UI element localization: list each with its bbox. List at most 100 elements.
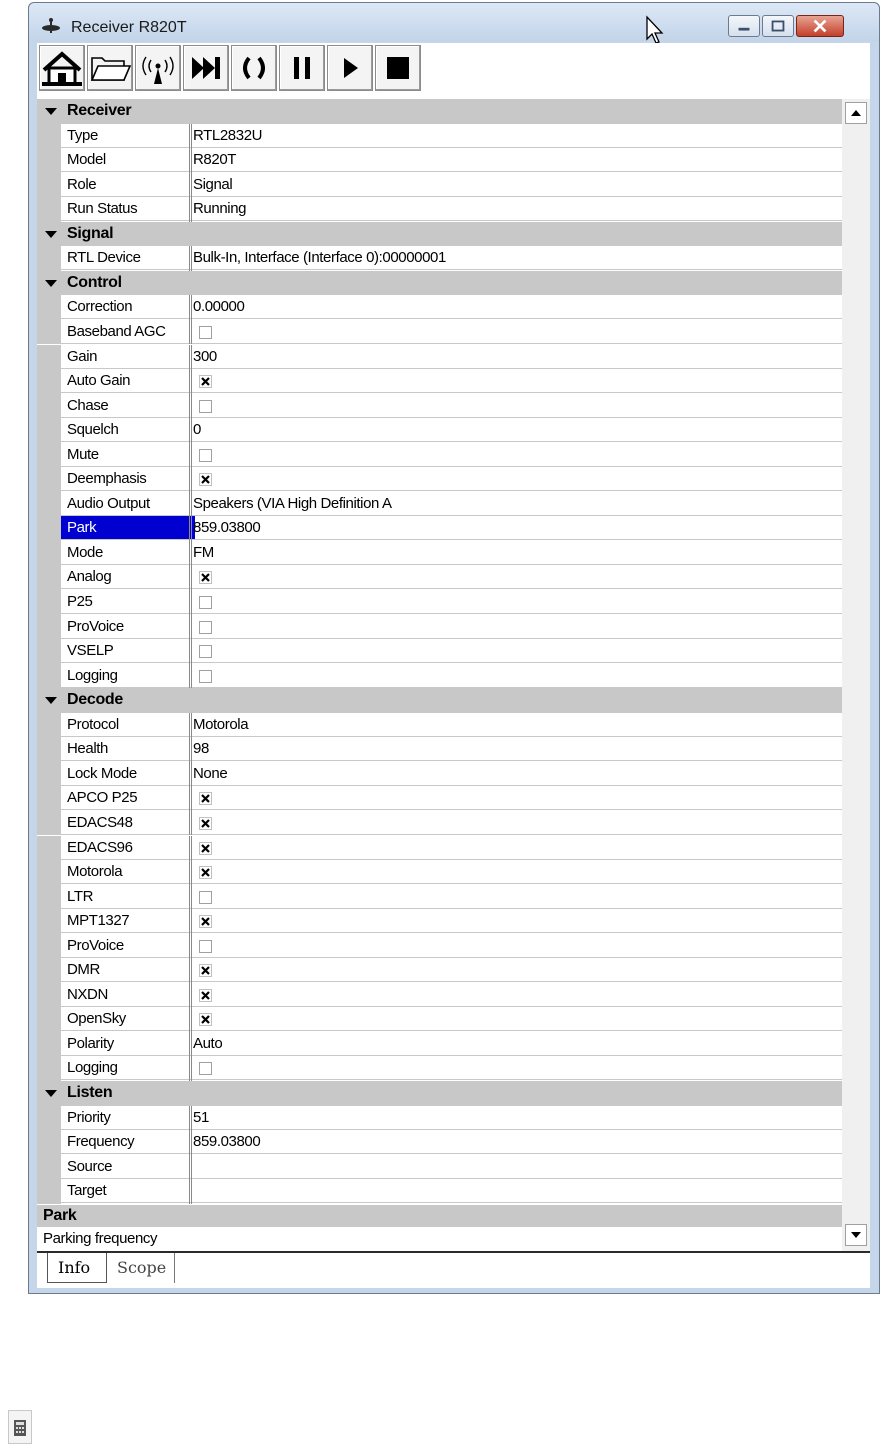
collapse-arrow-icon[interactable]	[41, 273, 61, 293]
column-divider[interactable]	[189, 491, 190, 517]
property-name[interactable]: APCO P25	[61, 786, 195, 811]
column-divider[interactable]	[189, 467, 190, 492]
property-row-correction[interactable]: Correction 0.00000	[37, 295, 842, 320]
property-row-park[interactable]: Park 859.03800	[37, 516, 842, 541]
property-name[interactable]: Mute	[61, 443, 195, 467]
property-name[interactable]: Deemphasis	[61, 467, 195, 492]
collapse-arrow-icon[interactable]	[41, 224, 61, 244]
property-checkbox-cell[interactable]	[193, 786, 842, 811]
column-divider[interactable]	[189, 1031, 190, 1057]
property-row-lock-mode[interactable]: Lock Mode None	[37, 761, 842, 787]
property-value[interactable]: 300	[193, 345, 842, 369]
column-divider[interactable]	[189, 148, 190, 173]
checkbox-unchecked[interactable]	[199, 325, 212, 339]
collapse-arrow-icon[interactable]	[41, 101, 61, 121]
column-divider[interactable]	[189, 1105, 190, 1131]
property-value[interactable]: Running	[193, 197, 842, 222]
category-receiver[interactable]: Receiver	[37, 99, 842, 124]
column-divider[interactable]	[189, 565, 190, 590]
property-name[interactable]: Motorola	[61, 860, 195, 885]
property-checkbox-cell[interactable]	[193, 934, 842, 958]
property-row-target[interactable]: Target	[37, 1179, 842, 1204]
property-name[interactable]: Audio Output	[61, 492, 195, 516]
checkbox-unchecked[interactable]	[199, 620, 212, 634]
checkbox-checked[interactable]	[199, 792, 212, 806]
property-row-protocol[interactable]: Protocol Motorola	[37, 712, 842, 738]
property-name[interactable]: Target	[61, 1179, 195, 1204]
property-value[interactable]: 98	[193, 737, 842, 762]
column-divider[interactable]	[189, 369, 190, 394]
category-signal[interactable]: Signal	[37, 221, 842, 247]
column-divider[interactable]	[189, 958, 190, 983]
property-name[interactable]: Correction	[61, 295, 195, 320]
property-value[interactable]: RTL2832U	[193, 124, 842, 148]
checkbox-checked[interactable]	[199, 866, 212, 880]
checkbox-checked[interactable]	[199, 841, 212, 855]
property-row-chase[interactable]: Chase	[37, 393, 842, 419]
open-folder-button[interactable]	[87, 45, 133, 91]
pause-button[interactable]	[279, 45, 325, 91]
property-name[interactable]: Type	[61, 124, 195, 148]
property-name[interactable]: Squelch	[61, 418, 195, 443]
property-row-run-status[interactable]: Run Status Running	[37, 197, 842, 222]
checkbox-unchecked[interactable]	[199, 1062, 212, 1076]
property-value[interactable]: 859.03800	[193, 1130, 842, 1155]
property-value[interactable]: Auto	[193, 1032, 842, 1056]
property-value[interactable]	[193, 1155, 842, 1179]
property-row-auto-gain[interactable]: Auto Gain	[37, 369, 842, 394]
property-checkbox-cell[interactable]	[193, 467, 842, 492]
category-control[interactable]: Control	[37, 270, 842, 296]
property-name[interactable]: Park	[61, 516, 195, 541]
property-value[interactable]: Signal	[193, 173, 842, 197]
tab-info[interactable]: Info	[47, 1253, 107, 1283]
property-row-baseband-agc[interactable]: Baseband AGC	[37, 319, 842, 345]
checkbox-unchecked[interactable]	[199, 890, 212, 904]
column-divider[interactable]	[189, 614, 190, 640]
property-name[interactable]: Role	[61, 173, 195, 197]
property-name[interactable]: RTL Device	[61, 246, 195, 271]
scroll-down-button[interactable]	[845, 1224, 867, 1246]
property-checkbox-cell[interactable]	[193, 369, 842, 394]
column-divider[interactable]	[189, 639, 190, 664]
property-value[interactable]: R820T	[193, 148, 842, 173]
property-name[interactable]: P25	[61, 590, 195, 614]
checkbox-unchecked[interactable]	[199, 939, 212, 953]
property-value[interactable]: 51	[193, 1106, 842, 1130]
property-value[interactable]: Motorola	[193, 713, 842, 737]
property-name[interactable]: Gain	[61, 345, 195, 369]
column-divider[interactable]	[189, 393, 190, 419]
property-checkbox-cell[interactable]	[193, 443, 842, 467]
home-button[interactable]	[39, 45, 85, 91]
stop-button[interactable]	[375, 45, 421, 91]
property-row-analog[interactable]: Analog	[37, 565, 842, 590]
property-value[interactable]: Speakers (VIA High Definition A	[193, 492, 842, 516]
property-value[interactable]: Bulk-In, Interface (Interface 0):0000000…	[193, 246, 842, 271]
property-row-mode[interactable]: Mode FM	[37, 540, 842, 566]
property-name[interactable]: Frequency	[61, 1130, 195, 1155]
category-listen[interactable]: Listen	[37, 1081, 842, 1106]
property-checkbox-cell[interactable]	[193, 590, 842, 614]
column-divider[interactable]	[189, 982, 190, 1008]
property-name[interactable]: Protocol	[61, 713, 195, 737]
property-checkbox-cell[interactable]	[193, 1056, 842, 1081]
skip-button[interactable]	[183, 45, 229, 91]
checkbox-checked[interactable]	[199, 473, 212, 487]
property-checkbox-cell[interactable]	[193, 639, 842, 664]
property-row-source[interactable]: Source	[37, 1154, 842, 1180]
column-divider[interactable]	[189, 712, 190, 738]
column-divider[interactable]	[189, 516, 190, 541]
collapse-arrow-icon[interactable]	[41, 690, 61, 710]
property-name[interactable]: Logging	[61, 1056, 195, 1081]
property-name[interactable]: Baseband AGC	[61, 320, 195, 344]
property-value[interactable]: 859.03800	[193, 516, 842, 541]
column-divider[interactable]	[189, 835, 190, 860]
property-checkbox-cell[interactable]	[193, 664, 842, 688]
property-row-deemphasis[interactable]: Deemphasis	[37, 467, 842, 492]
property-checkbox-cell[interactable]	[193, 836, 842, 860]
property-name[interactable]: ProVoice	[61, 934, 195, 958]
property-checkbox-cell[interactable]	[193, 565, 842, 590]
vertical-scrollbar[interactable]	[842, 99, 870, 1251]
checkbox-unchecked[interactable]	[199, 669, 212, 683]
property-row-provoice[interactable]: ProVoice	[37, 614, 842, 640]
column-divider[interactable]	[189, 319, 190, 345]
